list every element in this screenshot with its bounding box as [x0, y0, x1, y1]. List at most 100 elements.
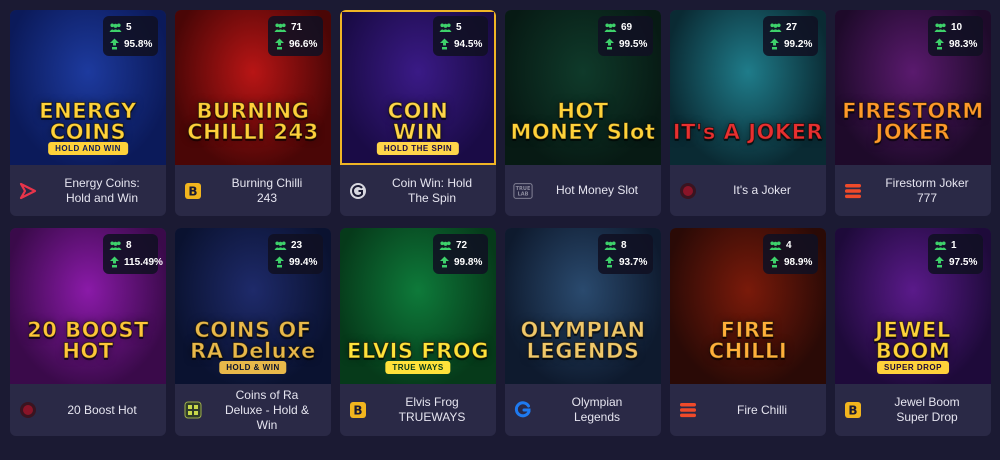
game-card[interactable]: ELVIS FROG TRUE WAYS 72 99.8% B Elvis Fr… — [340, 228, 496, 436]
game-card[interactable]: FIRESTORM JOKER 10 98.3% Firestorm Joker… — [835, 10, 991, 216]
stats-badge: 72 99.8% — [433, 234, 488, 274]
game-card[interactable]: JEWEL BOOM SUPER DROP 1 97.5% B Jewel Bo… — [835, 228, 991, 436]
rtp-up-arrow-icon — [275, 256, 284, 268]
game-info[interactable]: Fire Chilli — [670, 384, 826, 436]
game-card[interactable]: COIN WIN HOLD THE SPIN 5 94.5% Coin Win:… — [340, 10, 496, 216]
thumbnail-art-subtitle: HOLD THE SPIN — [376, 142, 460, 155]
players-count: 69 — [621, 22, 633, 33]
game-thumbnail[interactable]: FIRE CHILLI 4 98.9% — [670, 228, 826, 384]
players-icon — [934, 241, 947, 250]
game-thumbnail[interactable]: OLYMPIAN LEGENDS 8 93.7% — [505, 228, 661, 384]
thumbnail-art-title: HOT MONEY Slot — [510, 99, 656, 144]
game-info[interactable]: B Elvis Frog TRUEWAYS — [340, 384, 496, 436]
b-square-icon: B — [843, 400, 863, 420]
game-thumbnail[interactable]: ENERGY COINS HOLD AND WIN 5 95.8% — [10, 10, 166, 165]
thumbnail-art-subtitle: SUPER DROP — [877, 361, 949, 374]
game-thumbnail[interactable]: JEWEL BOOM SUPER DROP 1 97.5% — [835, 228, 991, 384]
game-info[interactable]: B Burning Chilli 243 — [175, 165, 331, 216]
game-card[interactable]: BURNING CHILLI 243 71 96.6% B Burning Ch… — [175, 10, 331, 216]
game-card[interactable]: OLYMPIAN LEGENDS 8 93.7% Olympian Legend… — [505, 228, 661, 436]
game-thumbnail[interactable]: HOT MONEY Slot 69 99.5% — [505, 10, 661, 165]
game-name[interactable]: Coin Win: Hold The Spin — [374, 176, 490, 206]
thumbnail-art-subtitle: HOLD & WIN — [219, 361, 287, 374]
rtp-up-arrow-icon — [440, 256, 449, 268]
game-name[interactable]: Fire Chilli — [704, 403, 820, 418]
rtp-value: 99.5% — [619, 38, 648, 50]
stats-badge: 71 96.6% — [268, 16, 323, 56]
game-name[interactable]: Elvis Frog TRUEWAYS — [374, 395, 490, 425]
svg-text:B: B — [188, 184, 197, 198]
game-thumbnail[interactable]: COINS OF RA Deluxe HOLD & WIN 23 99.4% — [175, 228, 331, 384]
game-name[interactable]: 20 Boost Hot — [44, 403, 160, 418]
players-icon — [769, 23, 782, 32]
game-name[interactable]: Coins of Ra Deluxe - Hold & Win — [209, 388, 325, 433]
game-info[interactable]: Olympian Legends — [505, 384, 661, 436]
b-square-icon: B — [183, 181, 203, 201]
stats-badge: 8 115.49% — [103, 234, 163, 274]
game-info[interactable]: Firestorm Joker 777 — [835, 165, 991, 216]
game-name[interactable]: Burning Chilli 243 — [209, 176, 325, 206]
game-card[interactable]: FIRE CHILLI 4 98.9% Fire Chilli — [670, 228, 826, 436]
game-name[interactable]: Hot Money Slot — [539, 183, 655, 198]
stats-badge: 1 97.5% — [928, 234, 983, 274]
players-count: 5 — [456, 22, 462, 33]
game-card[interactable]: HOT MONEY Slot 69 99.5% TRUE LAB Hot Mon… — [505, 10, 661, 216]
thumbnail-art-title: ELVIS FROG — [347, 339, 489, 363]
game-card[interactable]: ENERGY COINS HOLD AND WIN 5 95.8% Energy… — [10, 10, 166, 216]
players-count: 72 — [456, 240, 468, 251]
thumbnail-art-subtitle: TRUE WAYS — [385, 361, 451, 374]
game-name[interactable]: It's a Joker — [704, 183, 820, 198]
stats-badge: 5 94.5% — [433, 16, 488, 56]
game-info[interactable]: It's a Joker — [670, 165, 826, 216]
svg-text:LAB: LAB — [518, 191, 529, 197]
players-count: 1 — [951, 240, 957, 251]
thumbnail-art-title: 20 BOOST HOT — [27, 318, 149, 363]
rtp-value: 98.9% — [784, 256, 813, 268]
thumbnail-art-title: COIN WIN — [387, 99, 449, 144]
players-icon — [274, 241, 287, 250]
game-thumbnail[interactable]: COIN WIN HOLD THE SPIN 5 94.5% — [340, 10, 496, 165]
rtp-up-arrow-icon — [770, 38, 779, 50]
game-name[interactable]: Jewel Boom Super Drop — [869, 395, 985, 425]
game-name[interactable]: Olympian Legends — [539, 395, 655, 425]
rtp-value: 96.6% — [289, 38, 318, 50]
players-icon — [934, 23, 947, 32]
game-info[interactable]: Energy Coins: Hold and Win — [10, 165, 166, 216]
players-count: 10 — [951, 22, 963, 33]
game-name[interactable]: Firestorm Joker 777 — [869, 176, 985, 206]
rtp-up-arrow-icon — [935, 256, 944, 268]
thumbnail-art-title: IT's A JOKER — [672, 120, 824, 144]
game-thumbnail[interactable]: ELVIS FROG TRUE WAYS 72 99.8% — [340, 228, 496, 384]
game-card[interactable]: IT's A JOKER 27 99.2% It's a Joker — [670, 10, 826, 216]
rtp-up-arrow-icon — [605, 38, 614, 50]
game-info[interactable]: Coin Win: Hold The Spin — [340, 165, 496, 216]
players-icon — [109, 23, 122, 32]
thumbnail-art-title: OLYMPIAN LEGENDS — [520, 318, 646, 363]
game-info[interactable]: TRUE LAB Hot Money Slot — [505, 165, 661, 216]
game-thumbnail[interactable]: BURNING CHILLI 243 71 96.6% — [175, 10, 331, 165]
players-count: 5 — [126, 22, 132, 33]
game-name[interactable]: Energy Coins: Hold and Win — [44, 176, 160, 206]
red-dot-icon — [678, 181, 698, 201]
game-info[interactable]: B Jewel Boom Super Drop — [835, 384, 991, 436]
players-count: 8 — [126, 240, 132, 251]
rtp-value: 99.8% — [454, 256, 483, 268]
game-thumbnail[interactable]: IT's A JOKER 27 99.2% — [670, 10, 826, 165]
stats-badge: 23 99.4% — [268, 234, 323, 274]
g-blue-icon — [513, 400, 533, 420]
game-info[interactable]: 20 Boost Hot — [10, 384, 166, 436]
players-count: 4 — [786, 240, 792, 251]
rtp-value: 94.5% — [454, 38, 483, 50]
players-count: 71 — [291, 22, 303, 33]
game-card[interactable]: 20 BOOST HOT 8 115.49% 20 Boost Hot — [10, 228, 166, 436]
game-info[interactable]: Coins of Ra Deluxe - Hold & Win — [175, 384, 331, 436]
game-card[interactable]: COINS OF RA Deluxe HOLD & WIN 23 99.4% C… — [175, 228, 331, 436]
rtp-up-arrow-icon — [110, 38, 119, 50]
game-thumbnail[interactable]: 20 BOOST HOT 8 115.49% — [10, 228, 166, 384]
thumbnail-art-title: JEWEL BOOM — [875, 318, 951, 363]
box-grid-icon — [183, 400, 203, 420]
stats-badge: 69 99.5% — [598, 16, 653, 56]
game-thumbnail[interactable]: FIRESTORM JOKER 10 98.3% — [835, 10, 991, 165]
rtp-up-arrow-icon — [770, 256, 779, 268]
rtp-up-arrow-icon — [605, 256, 614, 268]
